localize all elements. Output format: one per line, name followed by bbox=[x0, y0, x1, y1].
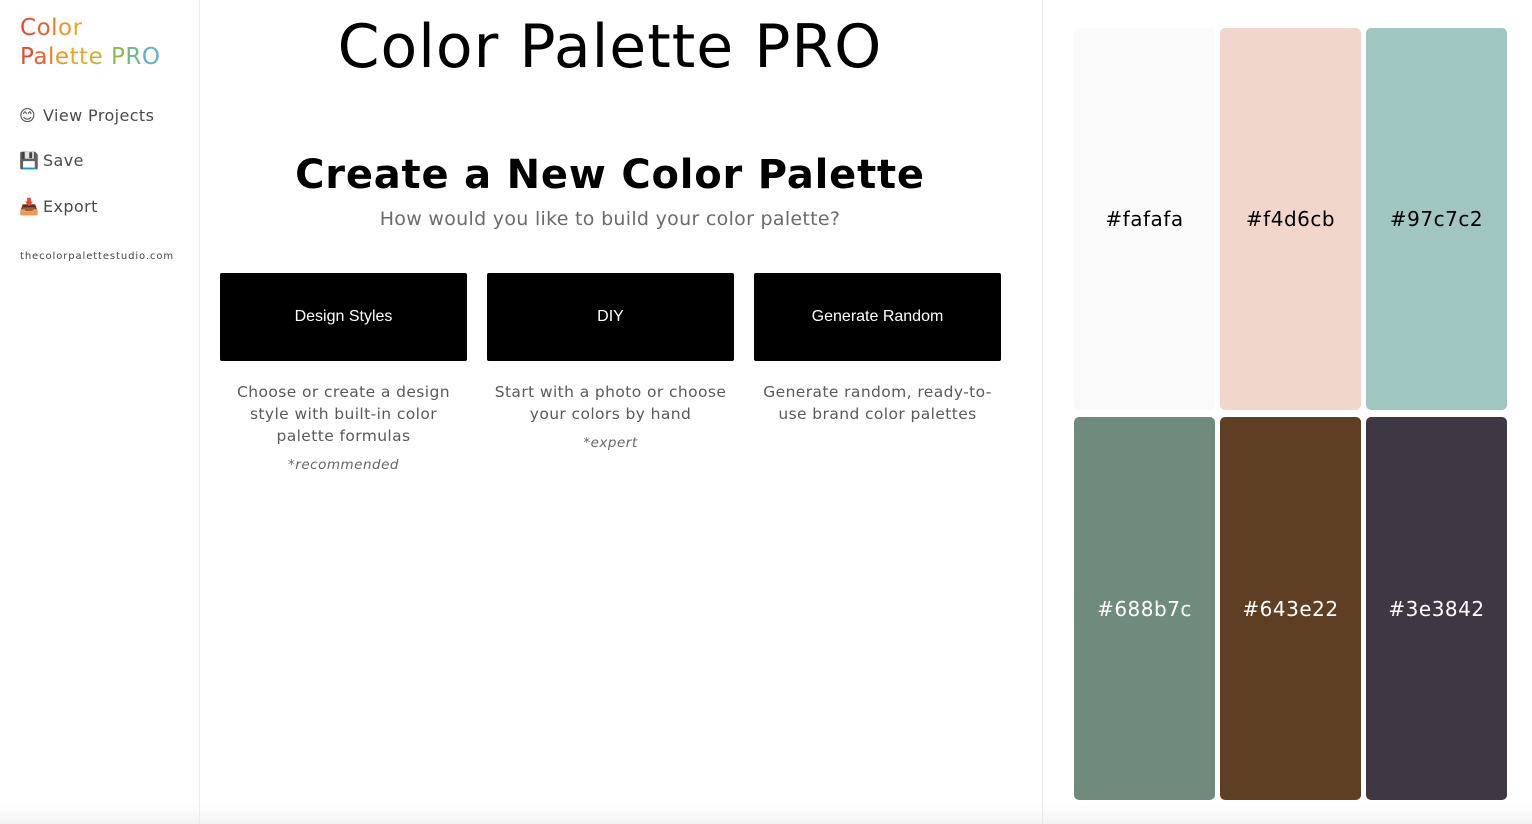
color-swatch[interactable]: #643e22 bbox=[1220, 417, 1361, 800]
color-swatch[interactable]: #f4d6cb bbox=[1220, 28, 1361, 410]
sidebar-item-label: Save bbox=[43, 151, 84, 170]
sidebar-item-view-projects[interactable]: 😊 View Projects bbox=[19, 106, 154, 125]
option-note: *expert bbox=[583, 435, 638, 451]
floppy-disk-icon: 💾 bbox=[19, 151, 40, 170]
sidebar-item-save[interactable]: 💾 Save bbox=[19, 151, 84, 170]
option-diy: DIY Start with a photo or choose your co… bbox=[487, 273, 734, 451]
logo-line-2: Palette PRO bbox=[20, 44, 161, 70]
color-swatch[interactable]: #fafafa bbox=[1074, 28, 1215, 410]
option-description: Generate random, ready-to-use brand colo… bbox=[763, 383, 992, 423]
swatch-hex-label: #97c7c2 bbox=[1389, 207, 1484, 231]
swatch-hex-label: #f4d6cb bbox=[1245, 207, 1336, 231]
logo-line-1: Color bbox=[20, 15, 83, 41]
swatch-hex-label: #643e22 bbox=[1242, 596, 1339, 621]
page-title: Color Palette PRO bbox=[337, 12, 883, 82]
color-swatch[interactable]: #97c7c2 bbox=[1366, 28, 1507, 410]
option-description: Choose or create a design style with bui… bbox=[237, 383, 450, 445]
design-styles-button[interactable]: Design Styles bbox=[220, 273, 467, 361]
swatch-hex-label: #fafafa bbox=[1105, 207, 1184, 231]
option-design-styles: Design Styles Choose or create a design … bbox=[220, 273, 467, 473]
sidebar: Color Palette PRO 😊 View Projects 💾 Save 📥… bbox=[0, 0, 200, 824]
swatch-hex-label: #688b7c bbox=[1097, 596, 1192, 621]
smiley-icon: 😊 bbox=[19, 106, 37, 125]
main-panel: Color Palette PRO Create a New Color Pal… bbox=[200, 0, 1043, 824]
app-logo[interactable]: Color Palette PRO bbox=[20, 14, 161, 72]
palette-preview: #fafafa #f4d6cb #97c7c2 #688b7c #643e22 … bbox=[1043, 0, 1532, 824]
sidebar-item-label: View Projects bbox=[43, 106, 155, 125]
option-generate-random: Generate Random Generate random, ready-t… bbox=[754, 273, 1001, 425]
sidebar-item-export[interactable]: 📥 Export bbox=[19, 197, 98, 216]
site-link[interactable]: thecolorpalettestudio.com bbox=[20, 251, 174, 262]
inbox-tray-icon: 📥 bbox=[19, 197, 40, 216]
section-title: Create a New Color Palette bbox=[295, 152, 925, 198]
color-swatch[interactable]: #3e3842 bbox=[1366, 417, 1507, 800]
diy-button[interactable]: DIY bbox=[487, 273, 734, 361]
section-subtitle: How would you like to build your color p… bbox=[379, 208, 841, 230]
color-swatch[interactable]: #688b7c bbox=[1074, 417, 1215, 800]
sidebar-item-label: Export bbox=[43, 197, 98, 216]
swatch-hex-label: #3e3842 bbox=[1388, 596, 1485, 621]
option-description: Start with a photo or choose your colors… bbox=[494, 383, 727, 423]
generate-random-button[interactable]: Generate Random bbox=[754, 273, 1001, 361]
option-note: *recommended bbox=[288, 457, 399, 473]
